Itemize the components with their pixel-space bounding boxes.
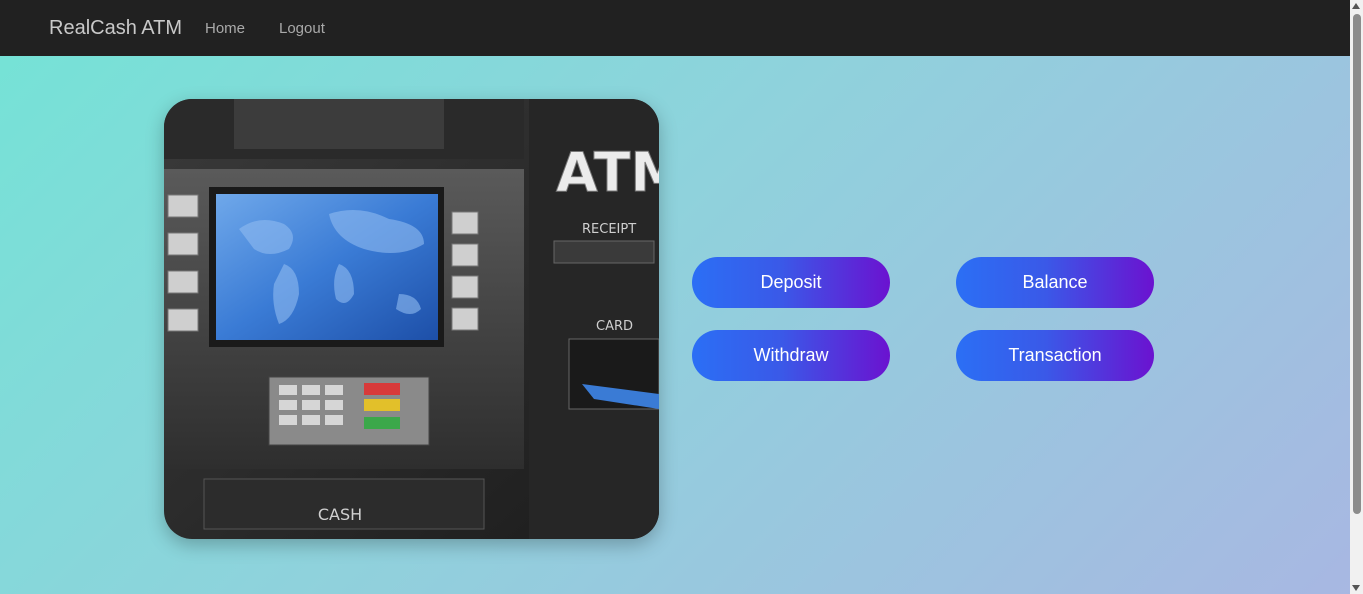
cash-label: CASH — [318, 505, 362, 524]
scroll-up-icon[interactable] — [1352, 3, 1360, 9]
receipt-label: RECEIPT — [582, 222, 636, 237]
atm-image: CASH ATM RECEIPT CARD — [164, 99, 659, 539]
scroll-thumb[interactable] — [1353, 14, 1361, 514]
transaction-button[interactable]: Transaction — [956, 330, 1154, 381]
top-navbar: RealCash ATM Home Logout — [0, 0, 1350, 56]
scroll-down-icon[interactable] — [1352, 585, 1360, 591]
card-label: CARD — [596, 319, 633, 334]
nav-home-link[interactable]: Home — [205, 20, 245, 37]
balance-button[interactable]: Balance — [956, 257, 1154, 308]
withdraw-button[interactable]: Withdraw — [692, 330, 890, 381]
brand-link[interactable]: RealCash ATM — [49, 17, 182, 40]
deposit-button[interactable]: Deposit — [692, 257, 890, 308]
vertical-scrollbar[interactable] — [1350, 0, 1363, 594]
nav-logout-link[interactable]: Logout — [279, 20, 325, 37]
atm-sign: ATM — [556, 141, 659, 204]
